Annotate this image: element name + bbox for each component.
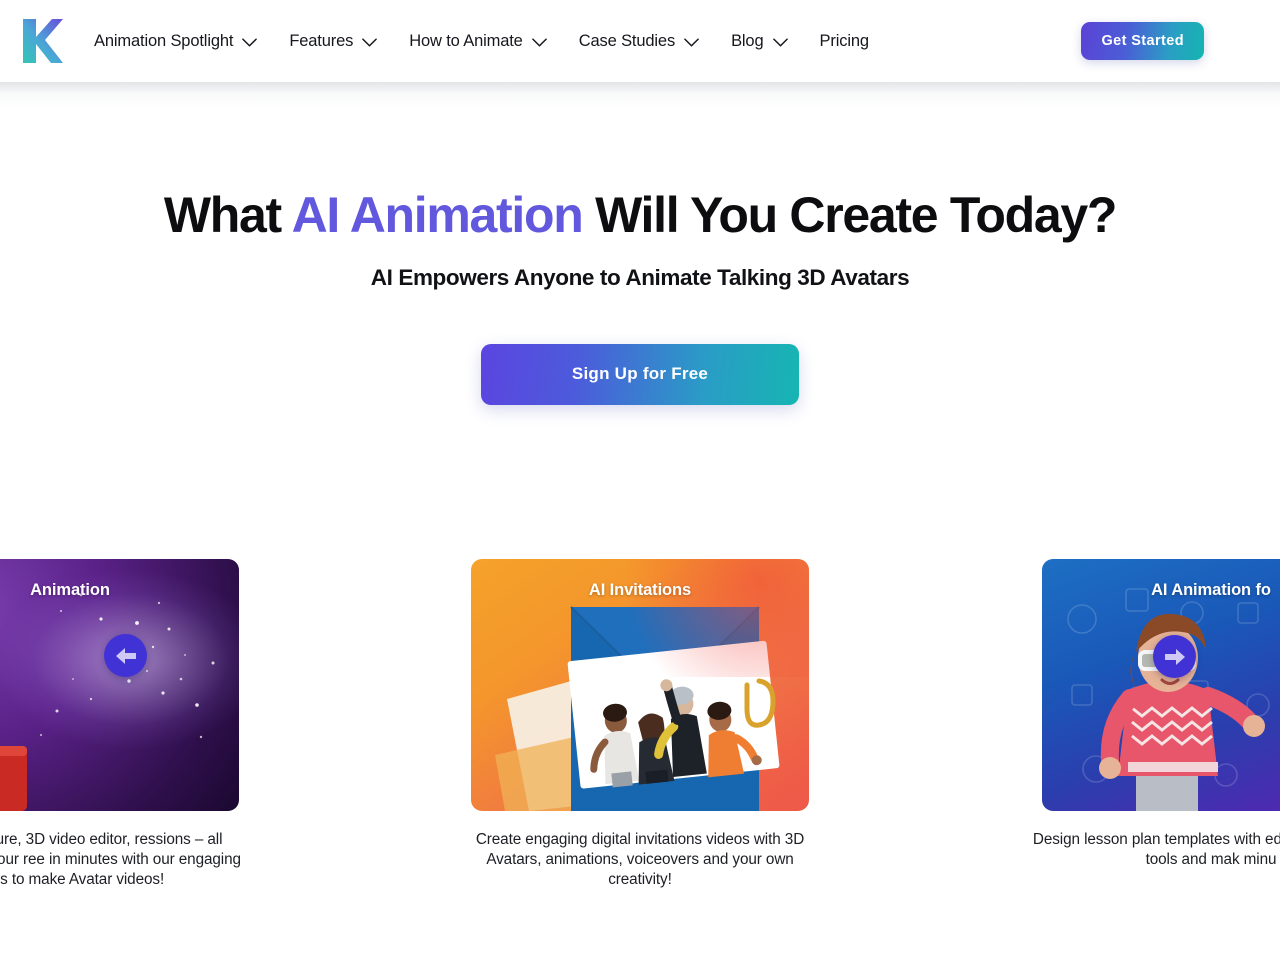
slide-caption: motion capture, 3D video editor, ression… [0,831,241,889]
carousel-slide-left[interactable]: Animation motion capture, 3D video edito… [0,559,255,891]
nav-label: Features [289,31,354,50]
carousel-slide-right[interactable]: AI Animation fo Design lesson plan templ… [1026,559,1280,870]
chevron-down-icon [772,37,788,47]
slide-card[interactable]: AI Invitations [471,559,809,811]
slide-title: AI Invitations [588,581,692,599]
teacher-character-art [1099,613,1265,811]
nav-label: Case Studies [578,31,676,50]
page-title: What AI Animation Will You Create Today? [0,187,1280,243]
slide-title: Animation [30,581,110,599]
arrow-left-icon [115,647,136,664]
slide-carousel: Animation motion capture, 3D video edito… [0,559,1280,939]
slide-card[interactable]: AI Animation fo [1042,559,1280,811]
arrow-right-icon [1164,648,1185,665]
magician-character-art [0,746,27,811]
hero-section: What AI Animation Will You Create Today?… [0,82,1280,405]
chevron-down-icon [242,37,258,47]
main-navigation: Animation Spotlight Features How to Anim… [94,25,1081,58]
slide-caption: Create engaging digital invitations vide… [475,831,805,889]
nav-item-features[interactable]: Features [273,25,393,58]
slide-title: AI Animation fo [1151,581,1271,599]
slide-caption: Design lesson plan templates with editor… [1032,831,1280,869]
carousel-slide-center[interactable]: AI Invitations Create engaging digital i… [471,559,809,891]
carousel-next-button[interactable] [1153,635,1196,678]
get-started-button[interactable]: Get Started [1081,22,1204,60]
chevron-down-icon [362,37,378,47]
site-header: Animation Spotlight Features How to Anim… [0,0,1280,108]
nav-item-blog[interactable]: Blog [715,25,803,58]
title-accent: AI Animation [291,187,584,243]
logo-k-icon [23,19,63,63]
slide-card[interactable]: Animation [0,559,239,811]
chevron-down-icon [531,37,547,47]
nav-item-how-to-animate[interactable]: How to Animate [393,25,562,58]
title-part-1: What [163,187,292,243]
page-subtitle: AI Empowers Anyone to Animate Talking 3D… [370,265,910,290]
brand-logo[interactable] [18,15,64,67]
nav-label: How to Animate [409,31,523,50]
sign-up-for-free-button[interactable]: Sign Up for Free [481,344,799,405]
title-part-2: Will You Create Today? [582,187,1117,243]
nav-label: Animation Spotlight [94,31,234,50]
nav-label: Blog [731,31,764,50]
nav-item-case-studies[interactable]: Case Studies [563,25,715,58]
carousel-prev-button[interactable] [104,634,147,677]
nav-label: Pricing [819,31,870,50]
volcano-science-art [1272,647,1280,735]
carousel-right-clip: AI Animation fo Design lesson plan templ… [1026,559,1280,939]
carousel-left-clip: Animation motion capture, 3D video edito… [0,559,255,939]
nav-item-pricing[interactable]: Pricing [804,25,885,58]
chevron-down-icon [684,37,699,47]
nav-item-animation-spotlight[interactable]: Animation Spotlight [94,25,273,58]
